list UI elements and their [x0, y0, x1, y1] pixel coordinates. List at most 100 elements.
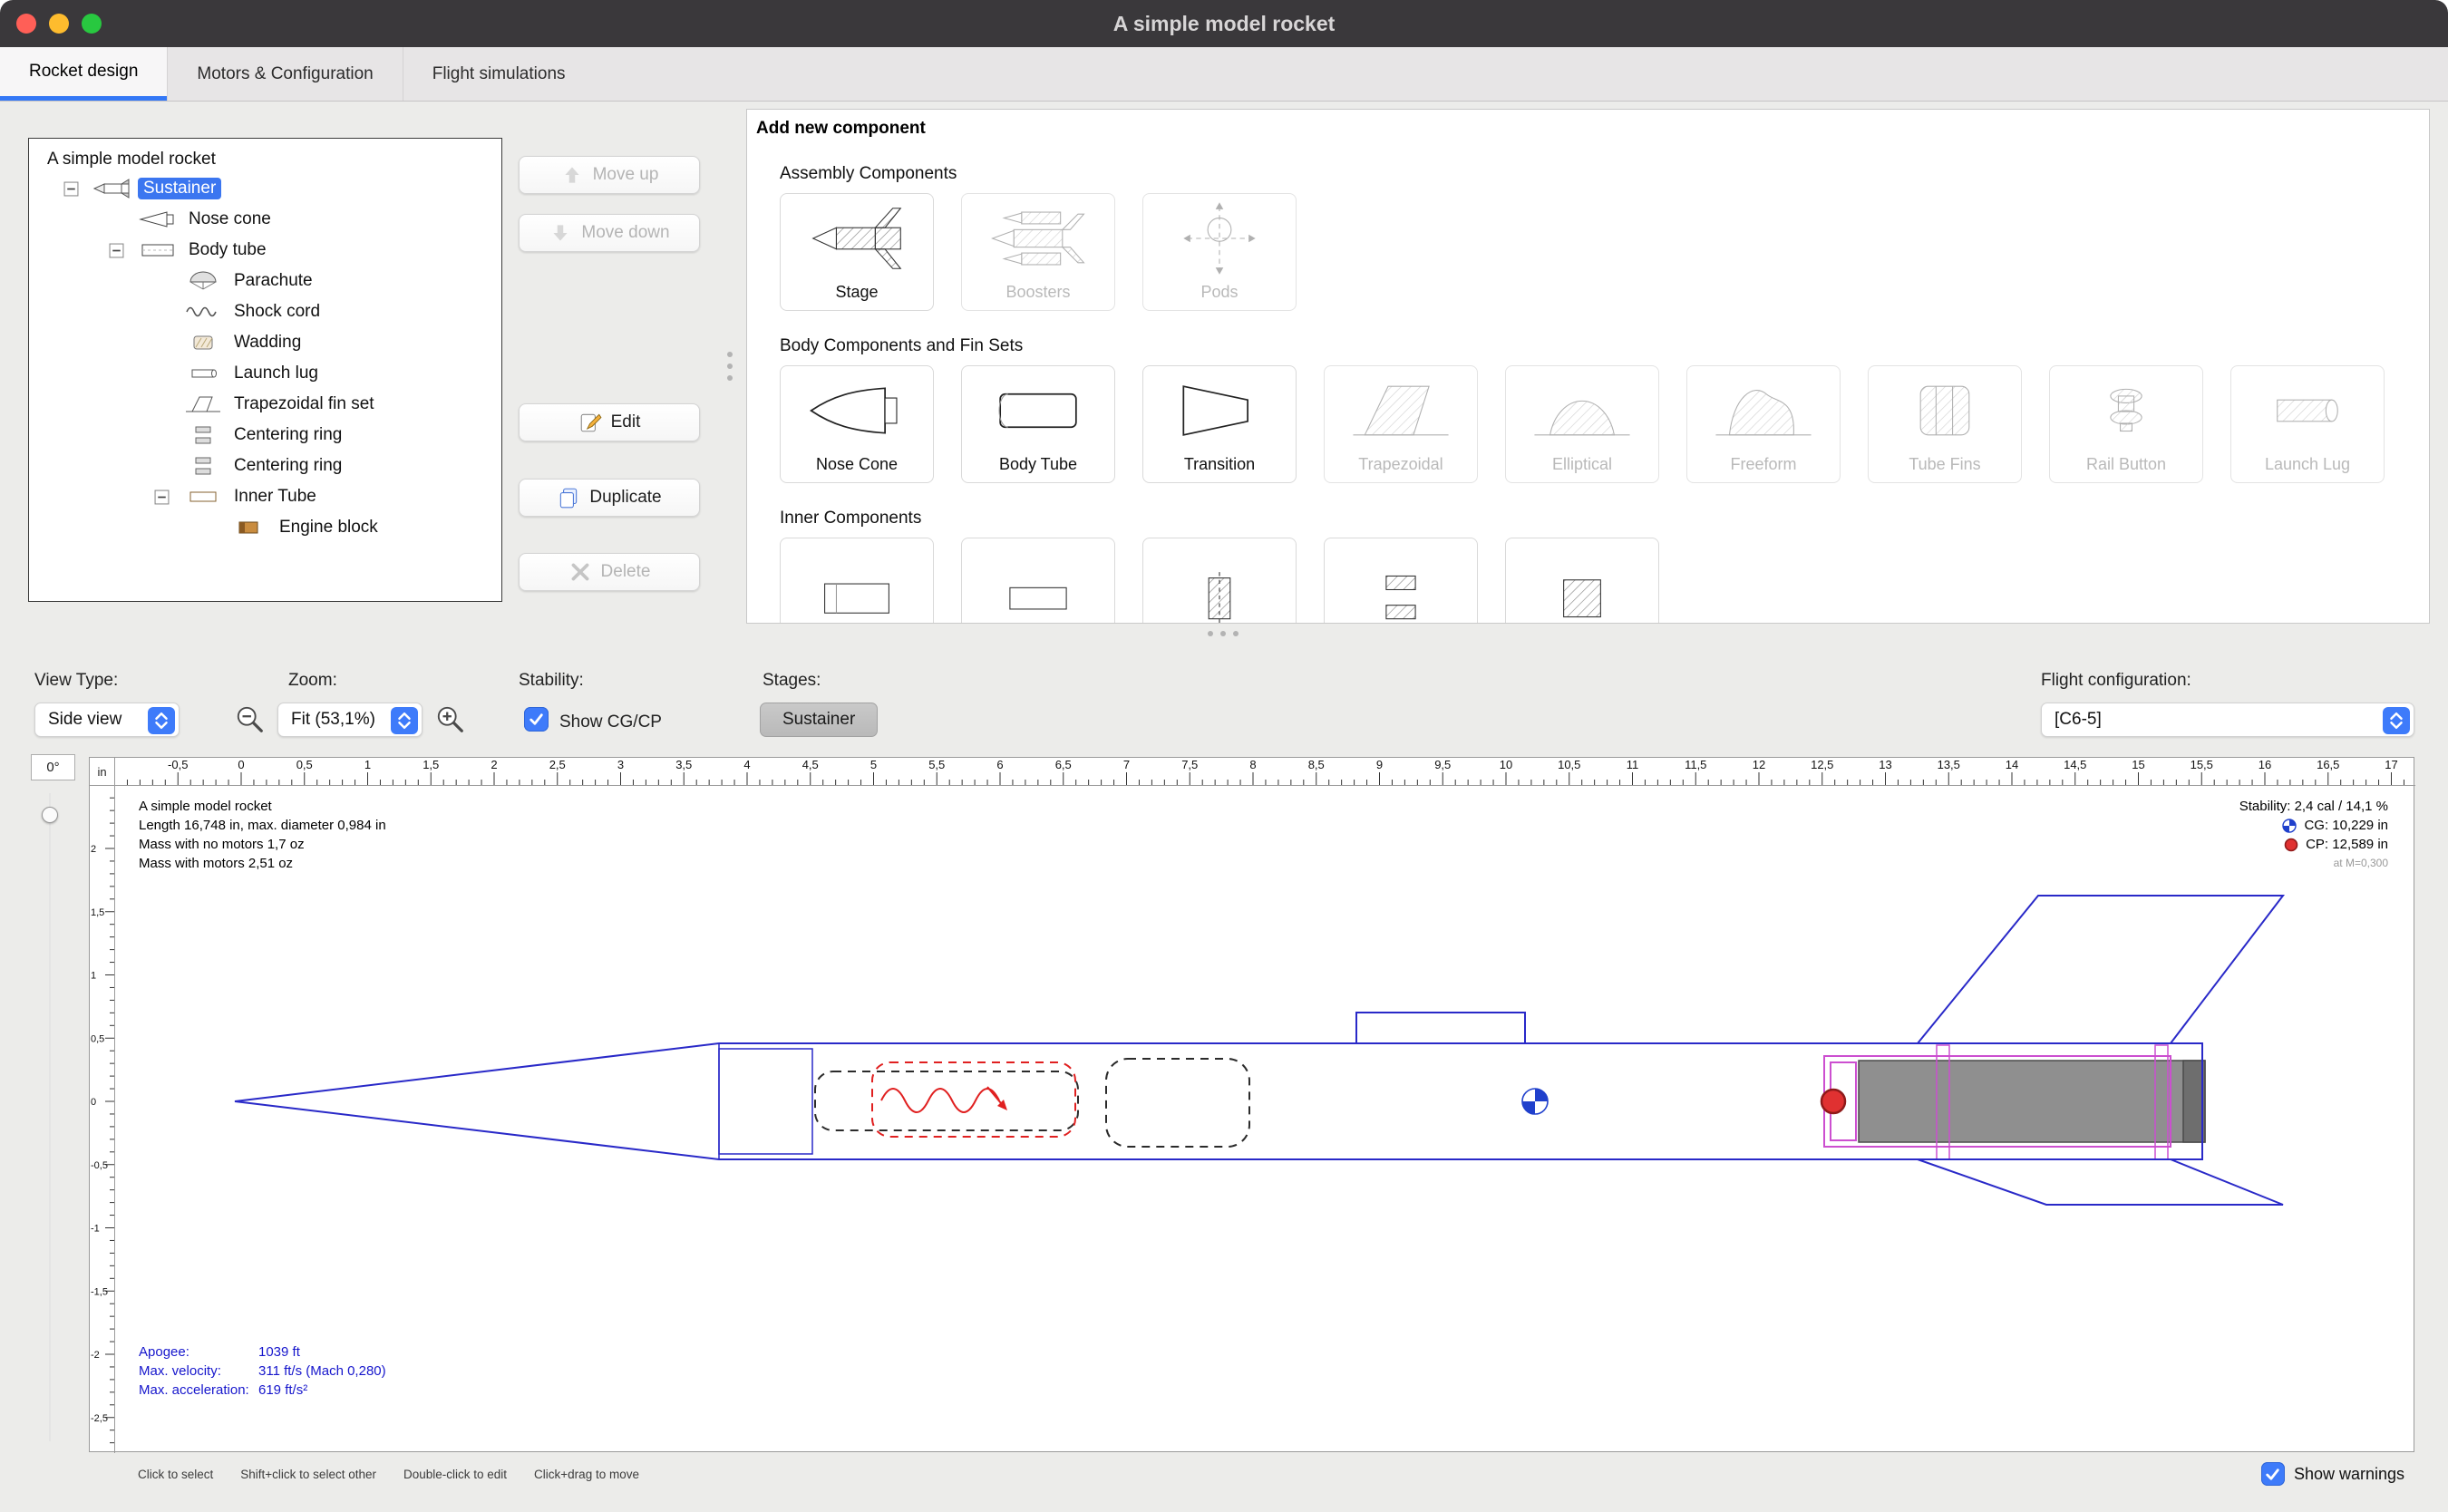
svg-text:16,5: 16,5 — [2317, 758, 2339, 771]
svg-text:9,5: 9,5 — [1434, 758, 1451, 771]
zoom-out-button[interactable] — [234, 703, 267, 736]
add-transition-button[interactable]: Transition — [1142, 365, 1297, 483]
svg-text:-0,5: -0,5 — [168, 758, 188, 771]
svg-text:3: 3 — [617, 758, 624, 771]
vertical-ruler: -2,5-2-1,5-1-0,500,511,52 — [90, 786, 115, 1453]
tree-item-centering-ring[interactable]: Centering ring — [29, 451, 501, 481]
svg-text:13,5: 13,5 — [1938, 758, 1960, 771]
svg-text:0: 0 — [91, 1097, 96, 1108]
svg-text:7: 7 — [1123, 758, 1130, 771]
add-boosters-button: Boosters — [961, 193, 1115, 311]
tree-item-sustainer[interactable]: Sustainer — [29, 173, 501, 204]
select-stepper-icon — [391, 707, 418, 734]
section-label-body-components-and-fin-sets: Body Components and Fin Sets — [780, 336, 2429, 356]
bodytube-icon — [138, 238, 178, 262]
select-stepper-icon — [148, 707, 175, 734]
add-pods-button: Pods — [1142, 193, 1297, 311]
tree-item-inner-tube[interactable]: Inner Tube — [29, 481, 501, 512]
duplicate-button[interactable]: Duplicate — [519, 479, 700, 517]
rotation-slider-knob[interactable] — [42, 807, 58, 823]
shockcord-icon — [183, 300, 223, 324]
edit-button[interactable]: Edit — [519, 403, 700, 441]
tree-item-trapezoidal-fin-set[interactable]: Trapezoidal fin set — [29, 389, 501, 420]
show-cgcp-checkbox[interactable] — [524, 707, 549, 732]
svg-text:1: 1 — [364, 758, 371, 771]
add-centeringring-lg-button[interactable] — [1324, 538, 1478, 624]
tab-motors-configuration[interactable]: Motors & Configuration — [167, 47, 402, 101]
svg-text:16: 16 — [2259, 758, 2271, 771]
svg-text:1: 1 — [91, 971, 96, 982]
innertube-icon — [183, 485, 223, 509]
svg-text:14: 14 — [2006, 758, 2018, 771]
show-warnings-checkbox[interactable] — [2261, 1462, 2285, 1486]
magnifier-plus-icon — [435, 704, 466, 735]
expander-icon[interactable] — [154, 489, 178, 505]
tree-item-label: Sustainer — [138, 178, 221, 199]
svg-text:6: 6 — [996, 758, 1003, 771]
fin-lower[interactable] — [1918, 1159, 2283, 1205]
expander-icon[interactable] — [109, 243, 132, 258]
add-nose-cone-button[interactable]: Nose Cone — [780, 365, 934, 483]
section-label-assembly-components: Assembly Components — [780, 164, 2429, 184]
wadding-icon — [183, 331, 223, 354]
tree-item-centering-ring[interactable]: Centering ring — [29, 420, 501, 451]
svg-text:4: 4 — [743, 758, 750, 771]
svg-text:7,5: 7,5 — [1181, 758, 1198, 771]
pods-icon — [1143, 194, 1296, 283]
fin-upper[interactable] — [1918, 896, 2283, 1043]
hint-click-drag-to-move: Click+drag to move — [534, 1468, 639, 1481]
tree-item-launch-lug[interactable]: Launch lug — [29, 358, 501, 389]
view-type-select[interactable]: Side view — [34, 703, 180, 737]
launchlug-lg-icon — [2231, 366, 2384, 455]
vertical-splitter-handle[interactable] — [727, 352, 733, 381]
svg-text:-1,5: -1,5 — [91, 1286, 108, 1297]
add-engineblock-lg-button[interactable] — [1505, 538, 1659, 624]
svg-text:1,5: 1,5 — [91, 907, 104, 918]
nosecone-lg-icon — [781, 366, 933, 455]
add-stage-button[interactable]: Stage — [780, 193, 934, 311]
tab-rocket-design[interactable]: Rocket design — [0, 47, 167, 101]
tree-root-label[interactable]: A simple model rocket — [29, 139, 501, 173]
select-stepper-icon — [2383, 707, 2410, 734]
cp-value: CP: 12,589 in — [2306, 835, 2388, 854]
rotation-slider-track — [49, 793, 51, 1441]
tree-item-wadding[interactable]: Wadding — [29, 327, 501, 358]
fin-ellip-icon — [1506, 366, 1658, 455]
add-rail-button-button: Rail Button — [2049, 365, 2203, 483]
titlebar: A simple model rocket — [0, 0, 2448, 47]
move-up-button: Move up — [519, 156, 700, 194]
rocket-info-text: A simple model rocketLength 16,748 in, m… — [139, 797, 386, 873]
flight-configuration-select[interactable]: [C6-5] — [2041, 703, 2414, 737]
add-body-tube-button[interactable]: Body Tube — [961, 365, 1115, 483]
svg-text:8,5: 8,5 — [1308, 758, 1325, 771]
engineblock-icon — [228, 516, 268, 539]
tree-item-parachute[interactable]: Parachute — [29, 266, 501, 296]
zoom-select[interactable]: Fit (53,1%) — [277, 703, 423, 737]
tree-item-shock-cord[interactable]: Shock cord — [29, 296, 501, 327]
rocket-canvas[interactable]: A simple model rocketLength 16,748 in, m… — [115, 786, 2415, 1453]
svg-text:10: 10 — [1500, 758, 1512, 771]
tree-item-engine-block[interactable]: Engine block — [29, 512, 501, 543]
svg-text:11,5: 11,5 — [1685, 758, 1706, 771]
add-coupler-button[interactable] — [780, 538, 934, 624]
svg-text:5,5: 5,5 — [928, 758, 945, 771]
tree-item-body-tube[interactable]: Body tube — [29, 235, 501, 266]
centeringring-icon — [183, 423, 223, 447]
add-bulkhead-button[interactable] — [1142, 538, 1297, 624]
stage-toggle-sustainer[interactable]: Sustainer — [760, 703, 878, 737]
horizontal-splitter-handle[interactable] — [1208, 631, 1239, 636]
tree-item-nose-cone[interactable]: Nose cone — [29, 204, 501, 235]
flight-configuration-label: Flight configuration: — [2041, 671, 2191, 691]
tree-item-label: Trapezoidal fin set — [228, 393, 380, 415]
flight-stat-max-velocity: Max. velocity:311 ft/s (Mach 0,280) — [139, 1362, 386, 1381]
tab-flight-simulations[interactable]: Flight simulations — [403, 47, 595, 101]
cg-value: CG: 10,229 in — [2304, 816, 2388, 835]
motor[interactable] — [1859, 1061, 2205, 1142]
svg-text:4,5: 4,5 — [802, 758, 819, 771]
hint-double-click-to-edit: Double-click to edit — [403, 1468, 507, 1481]
launch-lug[interactable] — [1356, 1013, 1525, 1043]
add-innertube-lg-button[interactable] — [961, 538, 1115, 624]
zoom-in-button[interactable] — [434, 703, 467, 736]
edit-icon — [578, 411, 602, 434]
expander-icon[interactable] — [63, 181, 87, 197]
